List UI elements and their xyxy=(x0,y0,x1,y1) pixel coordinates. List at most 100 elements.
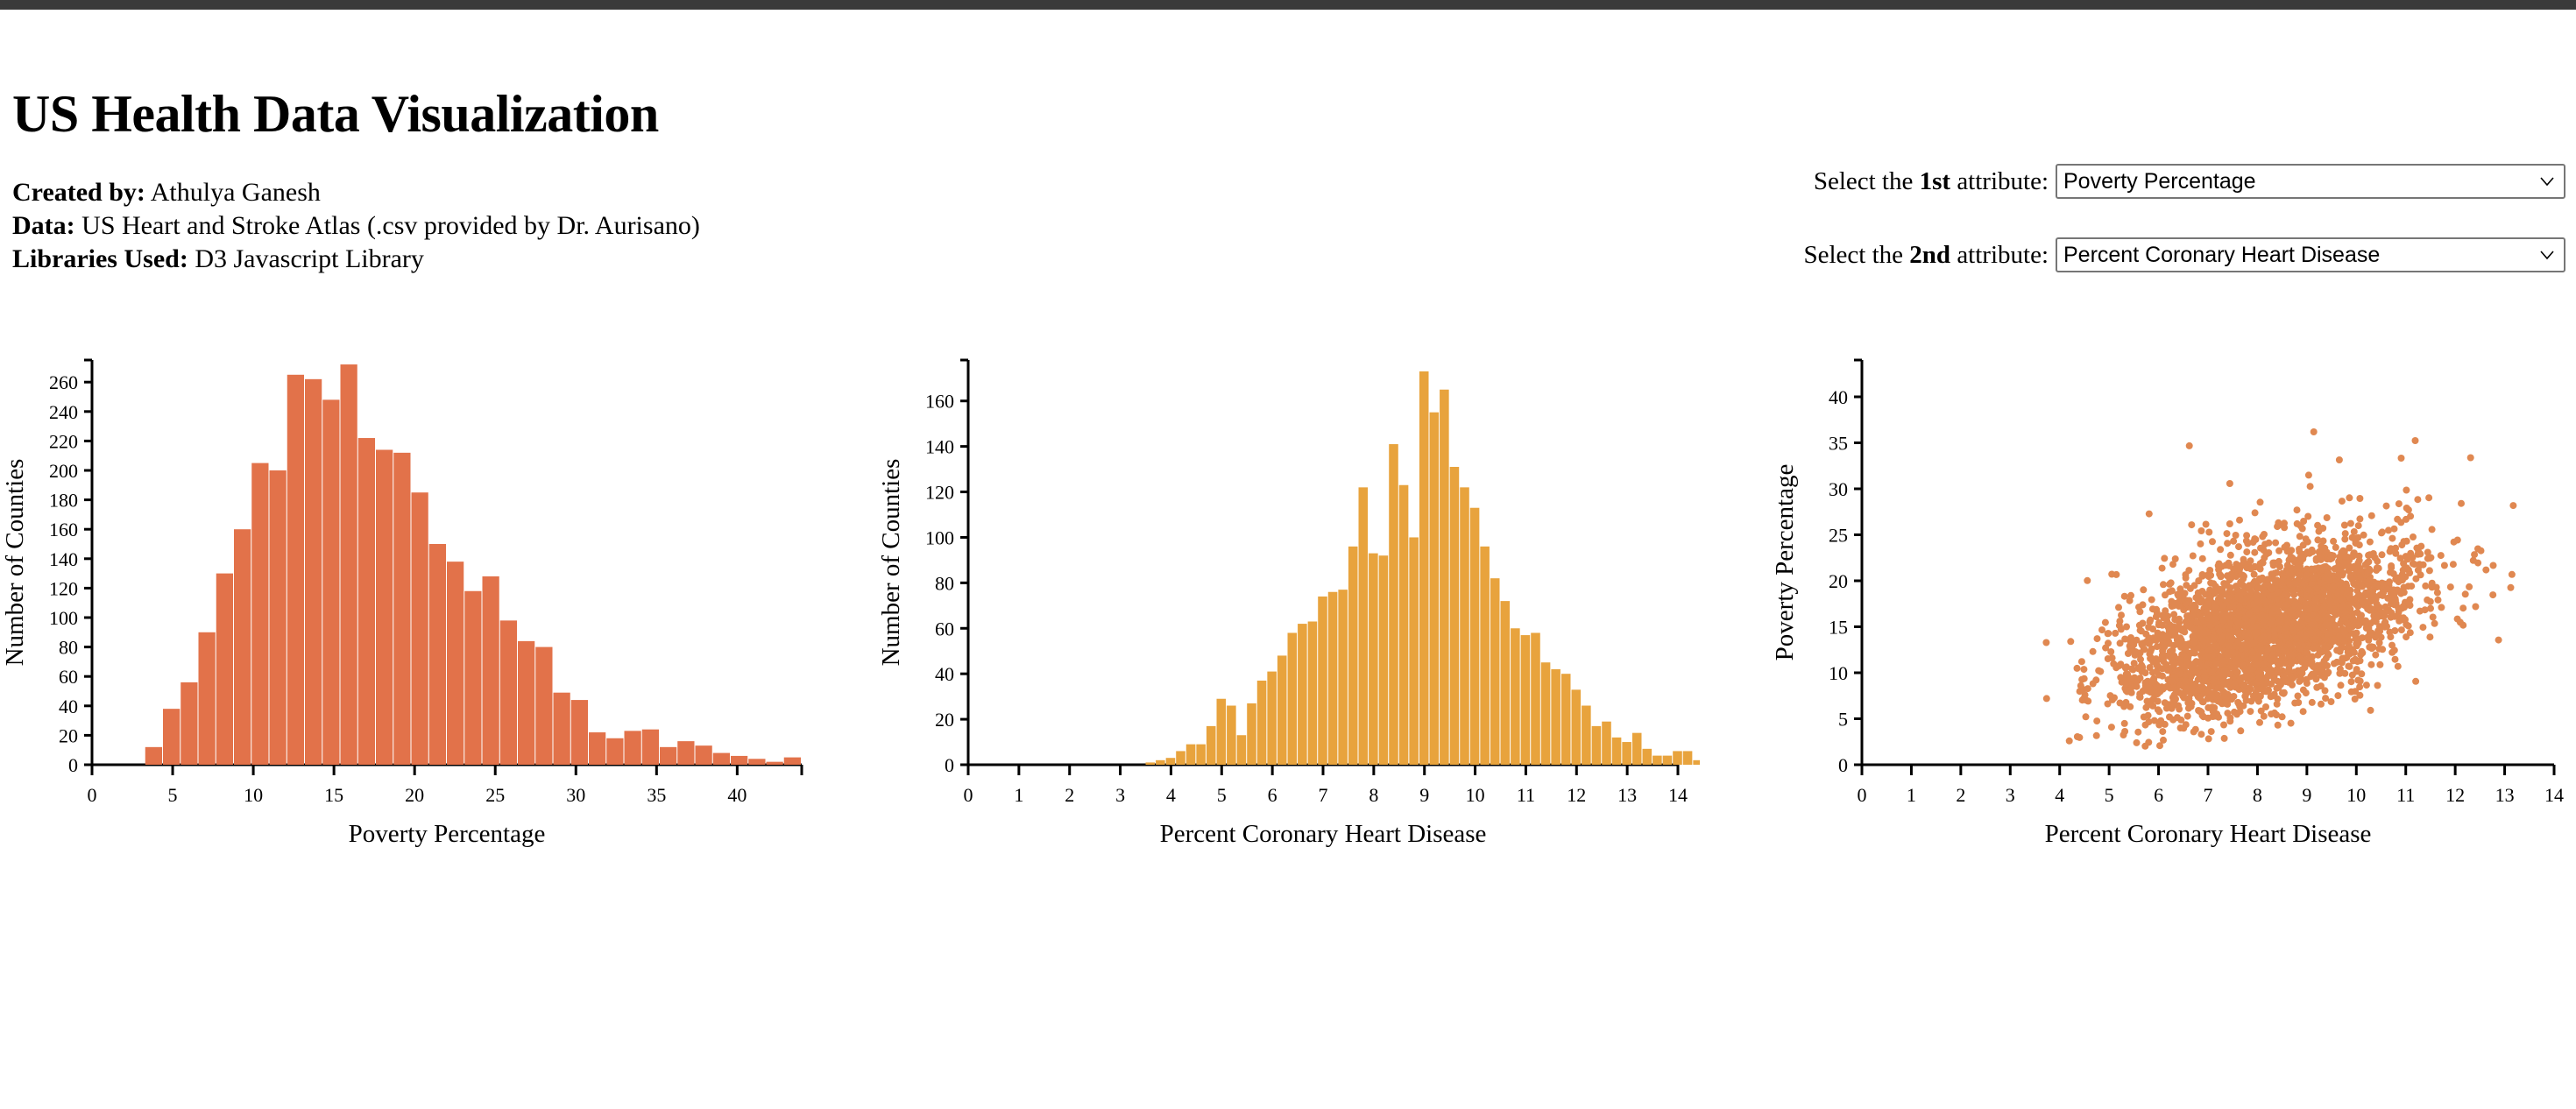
scatter-point[interactable] xyxy=(2141,721,2149,729)
scatter-point[interactable] xyxy=(2197,540,2204,547)
histogram-bar[interactable] xyxy=(1369,553,1378,765)
scatter-point[interactable] xyxy=(2374,627,2382,635)
scatter-point[interactable] xyxy=(2206,622,2214,630)
scatter-point[interactable] xyxy=(2193,618,2201,626)
scatter-point[interactable] xyxy=(2169,658,2176,666)
histogram-bar[interactable] xyxy=(1531,632,1540,765)
scatter-point[interactable] xyxy=(2146,618,2154,625)
scatter-point[interactable] xyxy=(2240,682,2247,689)
scatter-point[interactable] xyxy=(2235,543,2242,551)
scatter-point[interactable] xyxy=(2186,584,2194,592)
scatter-point[interactable] xyxy=(2089,647,2097,655)
histogram-bar[interactable] xyxy=(1440,389,1449,765)
scatter-point[interactable] xyxy=(2507,583,2515,591)
scatter-point[interactable] xyxy=(2298,669,2306,677)
scatter-point[interactable] xyxy=(2112,662,2120,670)
scatter-point[interactable] xyxy=(2211,703,2219,711)
histogram-bar[interactable] xyxy=(357,438,375,765)
scatter-point[interactable] xyxy=(2280,689,2288,696)
scatter-point[interactable] xyxy=(2139,601,2147,609)
scatter-point[interactable] xyxy=(2146,650,2154,658)
scatter-point[interactable] xyxy=(2364,605,2372,613)
scatter-point[interactable] xyxy=(2313,584,2321,592)
scatter-point[interactable] xyxy=(2226,480,2233,487)
histogram-bar[interactable] xyxy=(589,732,606,765)
scatter-point[interactable] xyxy=(2134,728,2142,736)
scatter-point[interactable] xyxy=(2474,559,2482,567)
scatter-point[interactable] xyxy=(2161,643,2169,651)
scatter-point[interactable] xyxy=(2226,717,2234,725)
scatter-point[interactable] xyxy=(2482,566,2490,574)
scatter-point[interactable] xyxy=(2268,592,2275,600)
scatter-point[interactable] xyxy=(2268,651,2276,659)
scatter-point[interactable] xyxy=(2291,699,2299,707)
scatter-point[interactable] xyxy=(2410,533,2417,540)
scatter-point[interactable] xyxy=(2337,682,2345,689)
scatter-point[interactable] xyxy=(2332,622,2339,630)
scatter-point[interactable] xyxy=(2304,649,2311,657)
scatter-point[interactable] xyxy=(2364,569,2372,576)
scatter-point[interactable] xyxy=(2230,537,2238,545)
scatter-point[interactable] xyxy=(2397,455,2405,462)
scatter-point[interactable] xyxy=(2472,603,2480,611)
scatter-point[interactable] xyxy=(2236,604,2244,611)
scatter-point[interactable] xyxy=(2153,683,2161,691)
scatter-point[interactable] xyxy=(2346,594,2354,602)
histogram-bar[interactable] xyxy=(145,746,162,765)
scatter-point[interactable] xyxy=(2303,680,2311,687)
scatter-point[interactable] xyxy=(2296,533,2304,540)
scatter-point[interactable] xyxy=(2446,583,2454,591)
scatter-point[interactable] xyxy=(2305,549,2313,557)
histogram-bar[interactable] xyxy=(1460,487,1469,765)
scatter-point[interactable] xyxy=(2078,696,2086,704)
scatter-point[interactable] xyxy=(2230,693,2238,700)
scatter-point[interactable] xyxy=(2356,515,2364,523)
scatter-point[interactable] xyxy=(2277,681,2284,689)
histogram-bar[interactable] xyxy=(1277,655,1287,765)
scatter-point[interactable] xyxy=(2471,551,2479,559)
scatter-point[interactable] xyxy=(2318,700,2325,708)
scatter-point[interactable] xyxy=(2437,552,2445,560)
scatter-point[interactable] xyxy=(2318,542,2325,550)
histogram-bar[interactable] xyxy=(1480,546,1490,765)
scatter-point[interactable] xyxy=(2197,731,2205,738)
scatter-point[interactable] xyxy=(2459,621,2467,629)
scatter-point[interactable] xyxy=(2342,580,2350,588)
scatter-point[interactable] xyxy=(2112,629,2120,637)
scatter-point[interactable] xyxy=(2333,646,2341,654)
scatter-point[interactable] xyxy=(2115,604,2122,611)
scatter-point[interactable] xyxy=(2201,674,2209,682)
scatter-point[interactable] xyxy=(2339,656,2346,664)
scatter-point[interactable] xyxy=(2495,636,2502,644)
second-attribute-select[interactable]: Percent Coronary Heart Disease xyxy=(2056,237,2565,272)
scatter-point[interactable] xyxy=(2265,672,2272,680)
histogram-bar[interactable] xyxy=(1631,732,1642,765)
scatter-point[interactable] xyxy=(2098,626,2105,634)
scatter-point[interactable] xyxy=(2076,688,2084,696)
scatter-point[interactable] xyxy=(2386,578,2393,586)
scatter-point[interactable] xyxy=(2175,591,2183,599)
histogram-bar[interactable] xyxy=(1409,537,1419,765)
scatter-point[interactable] xyxy=(2287,719,2295,727)
scatter-point[interactable] xyxy=(2204,600,2212,608)
scatter-point[interactable] xyxy=(2248,618,2256,625)
scatter-point[interactable] xyxy=(2153,668,2161,676)
scatter-point[interactable] xyxy=(2350,580,2358,587)
scatter-point[interactable] xyxy=(2198,711,2206,719)
scatter-point[interactable] xyxy=(2181,677,2189,685)
histogram-bar[interactable] xyxy=(216,573,233,765)
histogram-bar[interactable] xyxy=(677,741,695,765)
scatter-point[interactable] xyxy=(2269,562,2277,569)
scatter-point[interactable] xyxy=(2107,648,2115,655)
scatter-point[interactable] xyxy=(2326,555,2334,563)
histogram-bar[interactable] xyxy=(1216,698,1227,765)
scatter-point[interactable] xyxy=(2308,629,2315,637)
scatter-point[interactable] xyxy=(2149,658,2157,666)
histogram-bar[interactable] xyxy=(1682,751,1693,765)
histogram-bar[interactable] xyxy=(1551,668,1560,765)
scatter-point[interactable] xyxy=(2253,590,2261,597)
histogram-bar[interactable] xyxy=(1429,412,1440,765)
scatter-point[interactable] xyxy=(2226,642,2233,650)
scatter-point[interactable] xyxy=(2346,519,2354,527)
scatter-point[interactable] xyxy=(2214,684,2221,691)
